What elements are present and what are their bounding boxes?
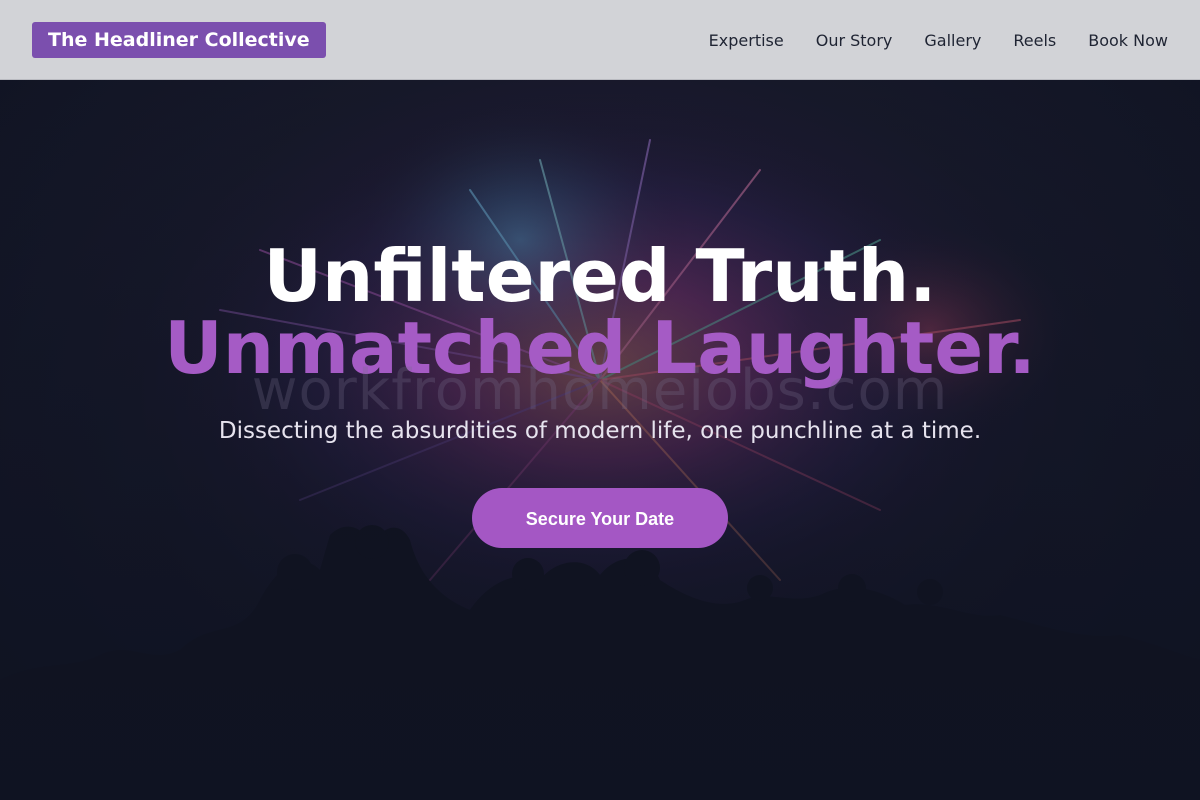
secure-your-date-button[interactable]: Secure Your Date	[472, 488, 728, 548]
top-navbar: The Headliner Collective Expertise Our S…	[0, 0, 1200, 80]
hero-section: Unfiltered Truth. Unmatched Laughter. wo…	[0, 80, 1200, 800]
nav-link-gallery[interactable]: Gallery	[924, 31, 981, 50]
hero-headline-line1: Unfiltered Truth.	[263, 234, 937, 318]
nav-link-expertise[interactable]: Expertise	[709, 31, 784, 50]
brand-logo[interactable]: The Headliner Collective	[32, 22, 326, 58]
nav-link-reels[interactable]: Reels	[1013, 31, 1056, 50]
nav-link-book-now[interactable]: Book Now	[1088, 31, 1168, 50]
hero-content: Unfiltered Truth. Unmatched Laughter. wo…	[0, 240, 1200, 548]
nav-link-our-story[interactable]: Our Story	[816, 31, 893, 50]
hero-subtitle: Dissecting the absurdities of modern lif…	[218, 418, 982, 444]
nav-links: Expertise Our Story Gallery Reels Book N…	[709, 0, 1168, 80]
